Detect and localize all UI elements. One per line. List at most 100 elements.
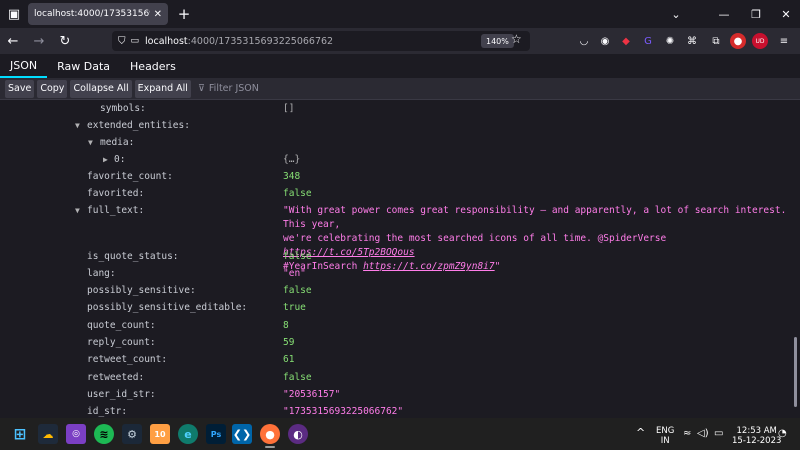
minimize-button[interactable]: — [710, 0, 738, 28]
clock-time: 12:53 AM [736, 426, 777, 436]
address-bar[interactable]: ⛉ ▭ localhost:4000/1735315693225066762 [112, 31, 530, 51]
list-all-tabs-icon[interactable]: ⌄ [662, 0, 690, 28]
zoom-level-badge[interactable]: 140% [481, 34, 514, 48]
expanded-triangle-icon[interactable]: ▼ [75, 206, 80, 215]
tweet-link-2[interactable]: https://t.co/zpmZ9yn8i7 [363, 261, 495, 272]
json-key: symbols: [100, 103, 146, 114]
copy-button[interactable]: Copy [37, 79, 68, 98]
json-value: 61 [283, 354, 295, 365]
json-value: false [283, 285, 312, 296]
json-value: {…} [283, 154, 301, 165]
browser-tab[interactable]: localhost:4000/173531569322506 ✕ [28, 3, 168, 25]
region-code: IN [660, 436, 670, 446]
translate-extension-icon[interactable]: ⌘ [684, 33, 700, 49]
tab-list-icon[interactable]: ▣ [0, 0, 28, 28]
bookmark-star-icon[interactable]: ☆ [511, 32, 522, 46]
extension-g-icon[interactable]: G [640, 33, 656, 49]
collapse-all-button[interactable]: Collapse All [70, 79, 132, 98]
json-key: possibly_sensitive_editable: [87, 302, 248, 313]
clock[interactable]: 12:53 AM 15-12-2023 [732, 426, 781, 446]
json-value: [] [283, 103, 295, 114]
json-key: favorited: [87, 188, 145, 199]
tab-raw-data[interactable]: Raw Data [47, 54, 120, 78]
app-icon-owl[interactable]: ◐ [288, 424, 308, 444]
notifications-bell-icon[interactable]: ◔ [778, 429, 787, 439]
json-key: full_text: [87, 205, 145, 216]
back-button[interactable]: ← [0, 28, 26, 54]
new-tab-button[interactable]: + [174, 4, 194, 24]
color-picker-extension-icon[interactable]: ◆ [618, 33, 634, 49]
tab-json[interactable]: JSON [0, 54, 48, 78]
pocket-icon[interactable]: ◡ [576, 33, 592, 49]
vscode-icon[interactable]: ❮❯ [232, 424, 252, 444]
vertical-scrollbar[interactable] [794, 337, 797, 407]
json-key: id_str: [87, 406, 128, 417]
json-key: retweet_count: [87, 354, 168, 365]
filter-icon: ⊽ [197, 83, 205, 94]
close-tab-icon[interactable]: ✕ [154, 9, 162, 20]
volume-icon[interactable]: ◁) [697, 429, 709, 439]
photoshop-icon[interactable]: Ps [206, 424, 226, 444]
shield-icon[interactable]: ⛉ [118, 36, 126, 47]
tab-title: localhost:4000/173531569322506 [34, 9, 150, 19]
json-key: is_quote_status: [87, 251, 179, 262]
json-value: false [283, 372, 312, 383]
json-value-full-text: "With great power comes great responsibi… [283, 204, 798, 274]
filter-placeholder: Filter JSON [208, 83, 259, 94]
expanded-triangle-icon[interactable]: ▼ [88, 138, 93, 147]
json-value: "en" [283, 268, 306, 279]
language-code: ENG [656, 426, 675, 436]
json-key: 0: [114, 154, 126, 165]
extensions-puzzle-icon[interactable]: ⧉ [708, 33, 724, 49]
show-hidden-icons-chevron-icon[interactable]: ^ [636, 427, 645, 438]
json-viewer-tabs: JSON Raw Data Headers [0, 54, 800, 78]
gear-extension-icon[interactable]: ✺ [662, 33, 678, 49]
wifi-icon[interactable]: ≈ [683, 429, 691, 439]
json-key: quote_count: [87, 320, 156, 331]
taskbar [0, 418, 800, 450]
active-app-indicator [265, 446, 275, 448]
json-key: extended_entities: [87, 120, 190, 131]
expand-all-button[interactable]: Expand All [134, 79, 191, 98]
filter-json-input[interactable]: ⊽ Filter JSON [198, 83, 259, 94]
page-info-icon[interactable]: ▭ [131, 36, 140, 46]
json-key: user_id_str: [87, 389, 156, 400]
json-key: favorite_count: [87, 171, 173, 182]
edge-icon[interactable]: e [178, 424, 198, 444]
firefox-icon[interactable]: ● [260, 424, 280, 444]
save-button[interactable]: Save [5, 79, 35, 98]
account-icon[interactable]: ◉ [597, 33, 613, 49]
profile-avatar-icon[interactable]: UD [752, 33, 768, 49]
json-value: 59 [283, 337, 295, 348]
menu-icon[interactable]: ≡ [776, 33, 792, 49]
json-value: 348 [283, 171, 301, 182]
widgets-icon[interactable]: ☁ [38, 424, 58, 444]
full-text-line-1: "With great power comes great responsibi… [283, 205, 787, 230]
json-toolbar: Save Copy Collapse All Expand All ⊽ Filt… [0, 78, 800, 100]
app-icon-purple[interactable]: ◎ [66, 424, 86, 444]
json-key: lang: [87, 268, 116, 279]
app-icon-with-badge[interactable]: 10 [150, 424, 170, 444]
reload-button[interactable]: ↻ [52, 28, 78, 54]
json-value: false [283, 188, 312, 199]
close-window-button[interactable]: ✕ [772, 0, 800, 28]
json-value: 8 [283, 320, 289, 331]
json-value: true [283, 302, 306, 313]
expanded-triangle-icon[interactable]: ▼ [75, 121, 80, 130]
url-path: :4000/1735315693225066762 [187, 35, 334, 47]
windows-start-icon[interactable]: ⊞ [10, 424, 30, 444]
collapsed-triangle-icon[interactable]: ▶ [103, 155, 108, 164]
language-indicator[interactable]: ENG IN [656, 426, 674, 446]
json-value: "20536157" [283, 389, 341, 400]
json-value: false [283, 251, 312, 262]
restore-button[interactable]: ❐ [742, 0, 770, 28]
battery-icon[interactable]: ▭ [714, 429, 723, 439]
ublock-icon[interactable]: ● [730, 33, 746, 49]
json-value: "1735315693225066762" [283, 406, 404, 417]
tab-headers[interactable]: Headers [120, 54, 186, 78]
url-host: localhost [145, 35, 188, 47]
json-key: reply_count: [87, 337, 156, 348]
steam-icon[interactable]: ⚙ [122, 424, 142, 444]
forward-button[interactable]: → [26, 28, 52, 54]
spotify-icon[interactable]: ≋ [94, 424, 114, 444]
